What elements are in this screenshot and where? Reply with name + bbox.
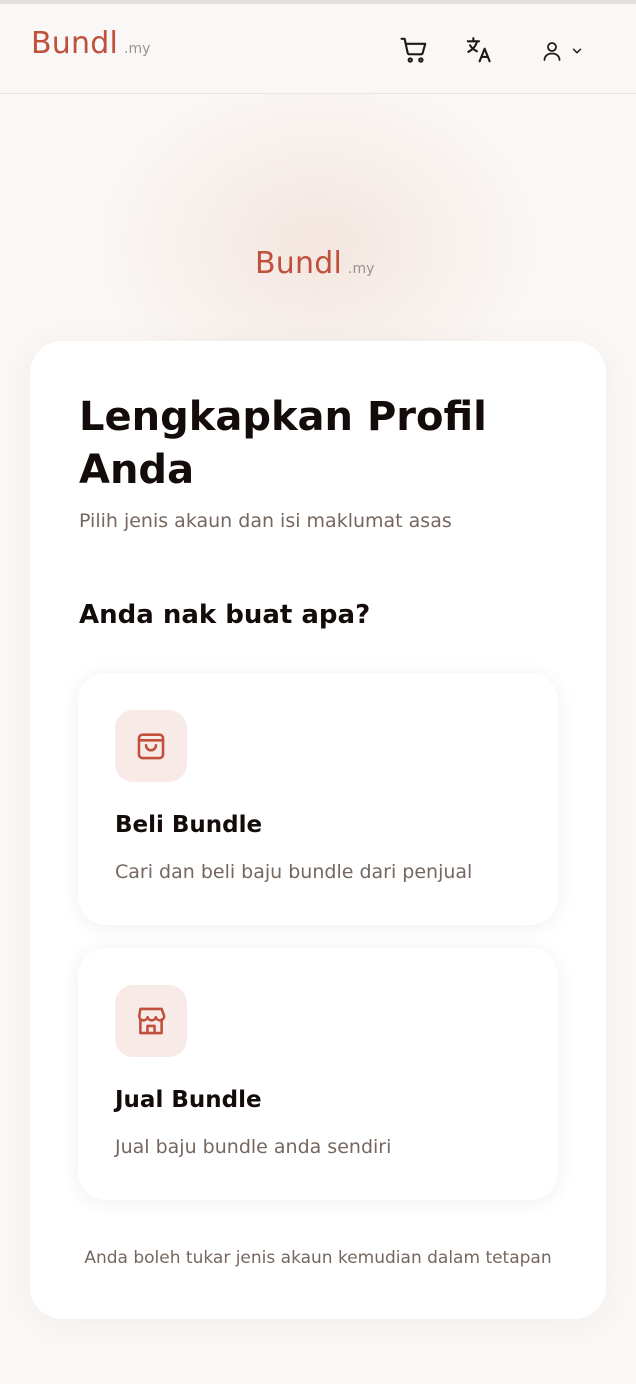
option-description: Jual baju bundle anda sendiri bbox=[115, 1136, 392, 1158]
option-title: Beli Bundle bbox=[115, 812, 263, 838]
translate-icon bbox=[466, 37, 491, 63]
cart-icon bbox=[400, 37, 427, 63]
shopping-bag-icon bbox=[137, 733, 165, 760]
logo-tld: .my bbox=[348, 261, 375, 277]
user-icon bbox=[543, 42, 561, 61]
buy-bundle-option[interactable]: Beli Bundle Cari dan beli baju bundle da… bbox=[78, 673, 558, 925]
option-title: Jual Bundle bbox=[115, 1087, 262, 1113]
cart-button[interactable] bbox=[396, 32, 432, 68]
logo-name: Bundl bbox=[31, 26, 118, 61]
top-navbar: Bundl .my bbox=[0, 4, 636, 94]
center-logo: Bundl .my bbox=[255, 246, 374, 281]
page-title: Lengkapkan Profil Anda bbox=[79, 394, 487, 493]
buy-option-icon-badge bbox=[115, 710, 187, 782]
chevron-down-icon bbox=[572, 48, 582, 54]
sell-option-icon-badge bbox=[115, 985, 187, 1057]
account-type-footnote: Anda boleh tukar jenis akaun kemudian da… bbox=[84, 1248, 552, 1268]
option-description: Cari dan beli baju bundle dari penjual bbox=[115, 861, 473, 883]
logo-name: Bundl bbox=[255, 246, 342, 281]
page-subtitle: Pilih jenis akaun dan isi maklumat asas bbox=[79, 510, 452, 532]
store-icon bbox=[137, 1007, 166, 1035]
logo-tld: .my bbox=[124, 41, 151, 57]
account-type-question: Anda nak buat apa? bbox=[79, 600, 371, 630]
language-button[interactable] bbox=[461, 32, 497, 68]
account-menu-button[interactable] bbox=[534, 34, 590, 68]
profile-setup-card: Lengkapkan Profil Anda Pilih jenis akaun… bbox=[30, 341, 606, 1319]
sell-bundle-option[interactable]: Jual Bundle Jual baju bundle anda sendir… bbox=[78, 948, 558, 1200]
header-logo[interactable]: Bundl .my bbox=[31, 26, 150, 61]
